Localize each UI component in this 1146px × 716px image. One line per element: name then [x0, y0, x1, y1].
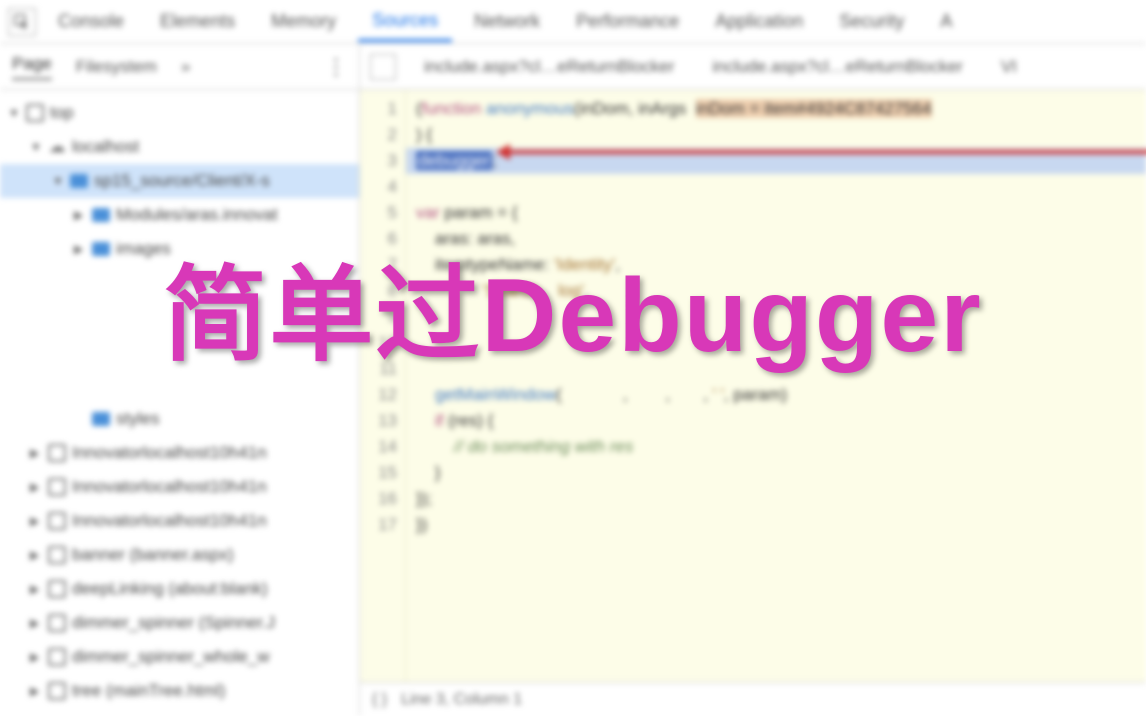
- tree-item[interactable]: [0, 266, 359, 300]
- tab-elements[interactable]: Elements: [146, 3, 249, 40]
- sources-sidebar: Page Filesystem » ⋮ ▼top▼☁localhost▼sp15…: [0, 44, 360, 716]
- tab-console[interactable]: Console: [44, 3, 138, 40]
- code-editor[interactable]: 1234567891011121314151617 (function anon…: [360, 90, 1146, 682]
- tree-item[interactable]: ▼sp15_source/Client/X-s: [0, 164, 359, 198]
- nav-toggle-icon[interactable]: [370, 54, 396, 80]
- tree-item[interactable]: styles: [0, 402, 359, 436]
- tree-item[interactable]: ▼top: [0, 96, 359, 130]
- tab-security[interactable]: Security: [825, 3, 918, 40]
- editor-pane: include.aspx?cl…eReturnBlocker include.a…: [360, 44, 1146, 716]
- editor-tab-2[interactable]: VI: [991, 51, 1027, 83]
- tree-item[interactable]: ▶dimmer_spinner (Spinner.J: [0, 606, 359, 640]
- tab-filesystem[interactable]: Filesystem: [76, 57, 157, 77]
- tab-memory[interactable]: Memory: [257, 3, 350, 40]
- tab-page[interactable]: Page: [12, 54, 52, 80]
- tree-item[interactable]: ▼☁localhost: [0, 130, 359, 164]
- kebab-icon[interactable]: ⋮: [325, 54, 347, 80]
- tree-item[interactable]: ▶deepLinking (about:blank): [0, 572, 359, 606]
- tab-more[interactable]: »: [181, 57, 190, 77]
- tab-performance[interactable]: Performance: [562, 3, 693, 40]
- tree-item[interactable]: ▶tree (mainTree.html): [0, 674, 359, 708]
- file-tree[interactable]: ▼top▼☁localhost▼sp15_source/Client/X-s▶M…: [0, 90, 359, 716]
- editor-tab-0[interactable]: include.aspx?cl…eReturnBlocker: [414, 51, 684, 83]
- tab-a[interactable]: A: [926, 3, 966, 40]
- braces-icon[interactable]: { }: [372, 691, 387, 709]
- editor-tab-1[interactable]: include.aspx?cl…eReturnBlocker: [702, 51, 972, 83]
- status-bar: { } Line 3, Column 1: [360, 682, 1146, 716]
- tree-item[interactable]: ▶dimmer_spinner_whole_w: [0, 640, 359, 674]
- tree-item[interactable]: ▶Innovatorlocalhost10h41n: [0, 504, 359, 538]
- tab-application[interactable]: Application: [701, 3, 817, 40]
- tree-item[interactable]: ▶Innovatorlocalhost10h41n: [0, 470, 359, 504]
- inspect-icon[interactable]: [8, 8, 36, 36]
- tree-item[interactable]: ▶banner (banner.aspx): [0, 538, 359, 572]
- tree-item[interactable]: ▶Innovatorlocalhost10h41n: [0, 436, 359, 470]
- cursor-position: Line 3, Column 1: [401, 691, 522, 709]
- tab-sources[interactable]: Sources: [358, 2, 452, 42]
- tree-item[interactable]: ▶images: [0, 232, 359, 266]
- tree-item[interactable]: ▶Modules/aras.innovat: [0, 198, 359, 232]
- tree-item[interactable]: [0, 300, 359, 334]
- tree-item[interactable]: [0, 334, 359, 368]
- devtools-tabs: ConsoleElementsMemorySourcesNetworkPerfo…: [0, 0, 1146, 44]
- tab-network[interactable]: Network: [460, 3, 554, 40]
- annotation-arrow: [500, 150, 1146, 154]
- tree-item[interactable]: [0, 368, 359, 402]
